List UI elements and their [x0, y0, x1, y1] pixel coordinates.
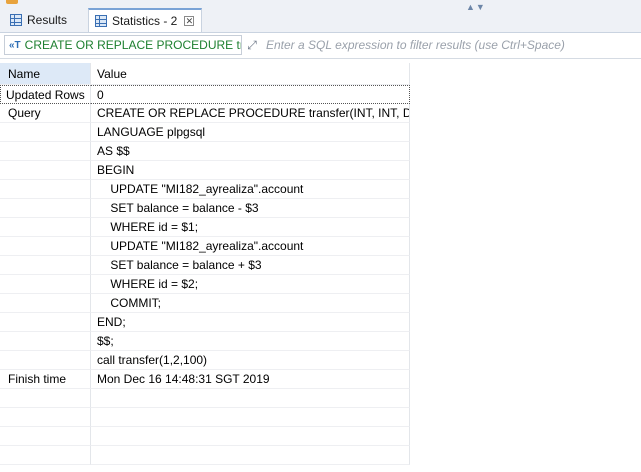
statistics-grid: Name Value Updated Rows 0 Query CREATE OR R…: [0, 63, 410, 465]
table-row[interactable]: [0, 446, 410, 465]
cell-name[interactable]: [0, 294, 91, 313]
column-header-value[interactable]: Value: [91, 63, 410, 85]
cell-name[interactable]: [0, 123, 91, 142]
cell-name[interactable]: [0, 313, 91, 332]
table-row[interactable]: [0, 427, 410, 446]
table-row[interactable]: [0, 389, 410, 408]
table-row[interactable]: call transfer(1,2,100): [0, 351, 410, 370]
table-row[interactable]: [0, 408, 410, 427]
cell-value[interactable]: CREATE OR REPLACE PROCEDURE transfer(INT…: [91, 104, 410, 123]
table-row[interactable]: SET balance = balance + $3: [0, 256, 410, 275]
tab-statistics-label: Statistics - 2: [112, 14, 178, 28]
cell-value[interactable]: [91, 446, 410, 465]
cell-value[interactable]: AS $$: [91, 142, 410, 161]
cell-value[interactable]: BEGIN: [91, 161, 410, 180]
query-history-combo[interactable]: «T CREATE OR REPLACE PROCEDURE trans: [4, 35, 242, 55]
cell-name[interactable]: [0, 161, 91, 180]
cell-value[interactable]: SET balance = balance - $3: [91, 199, 410, 218]
cell-name[interactable]: Finish time: [0, 370, 91, 389]
app-corner-icon: [6, 0, 18, 4]
cell-name[interactable]: [0, 275, 91, 294]
table-row[interactable]: LANGUAGE plpgsql: [0, 123, 410, 142]
table-row[interactable]: WHERE id = $2;: [0, 275, 410, 294]
table-row[interactable]: UPDATE "MI182_ayrealiza".account: [0, 180, 410, 199]
cell-value[interactable]: END;: [91, 313, 410, 332]
cell-name[interactable]: [0, 408, 91, 427]
cell-name[interactable]: [0, 446, 91, 465]
cell-value[interactable]: COMMIT;: [91, 294, 410, 313]
table-row[interactable]: SET balance = balance - $3: [0, 199, 410, 218]
cell-value[interactable]: [91, 389, 410, 408]
table-row[interactable]: WHERE id = $1;: [0, 218, 410, 237]
query-label: CREATE OR REPLACE PROCEDURE trans: [24, 38, 242, 52]
grid-icon: [95, 15, 107, 27]
cell-value[interactable]: WHERE id = $1;: [91, 218, 410, 237]
cell-name[interactable]: [0, 218, 91, 237]
close-icon[interactable]: ✕: [184, 16, 195, 26]
cell-value[interactable]: [91, 427, 410, 446]
tab-statistics[interactable]: Statistics - 2 ✕: [88, 8, 202, 32]
cell-name[interactable]: Query: [0, 104, 91, 123]
cell-value[interactable]: UPDATE "MI182_ayrealiza".account: [91, 237, 410, 256]
collapse-arrows-icon[interactable]: ▲▼: [466, 2, 486, 12]
table-row[interactable]: UPDATE "MI182_ayrealiza".account: [0, 237, 410, 256]
table-row[interactable]: END;: [0, 313, 410, 332]
table-row[interactable]: BEGIN: [0, 161, 410, 180]
table-row[interactable]: AS $$: [0, 142, 410, 161]
cell-value[interactable]: [91, 408, 410, 427]
cell-name[interactable]: [0, 256, 91, 275]
cell-value[interactable]: $$;: [91, 332, 410, 351]
filter-input[interactable]: [266, 35, 636, 55]
cell-name[interactable]: [0, 180, 91, 199]
table-row[interactable]: Query CREATE OR REPLACE PROCEDURE transfe…: [0, 104, 410, 123]
table-row[interactable]: Updated Rows 0: [0, 85, 410, 104]
cell-name[interactable]: [0, 351, 91, 370]
table-row[interactable]: Finish time Mon Dec 16 14:48:31 SGT 2019: [0, 370, 410, 389]
cell-value[interactable]: LANGUAGE plpgsql: [91, 123, 410, 142]
editor-tab-strip: Results Statistics - 2 ✕ ▲▼: [0, 0, 641, 33]
cell-value[interactable]: UPDATE "MI182_ayrealiza".account: [91, 180, 410, 199]
cell-name[interactable]: [0, 199, 91, 218]
table-row[interactable]: $$;: [0, 332, 410, 351]
cell-value[interactable]: SET balance = balance + $3: [91, 256, 410, 275]
cell-value[interactable]: Mon Dec 16 14:48:31 SGT 2019: [91, 370, 410, 389]
tab-results[interactable]: Results: [4, 8, 86, 32]
cell-name[interactable]: [0, 237, 91, 256]
sql-query-icon: «T: [9, 39, 21, 51]
cell-name[interactable]: [0, 389, 91, 408]
expand-icon[interactable]: ⤢: [245, 38, 259, 52]
cell-name[interactable]: [0, 332, 91, 351]
cell-name[interactable]: Updated Rows: [0, 85, 91, 104]
cell-value[interactable]: WHERE id = $2;: [91, 275, 410, 294]
cell-value[interactable]: 0: [91, 85, 410, 104]
table-row[interactable]: COMMIT;: [0, 294, 410, 313]
cell-name[interactable]: [0, 427, 91, 446]
tab-results-label: Results: [27, 13, 68, 27]
grid-header-row: Name Value: [0, 63, 410, 85]
cell-name[interactable]: [0, 142, 91, 161]
cell-value[interactable]: call transfer(1,2,100): [91, 351, 410, 370]
grid-icon: [10, 14, 22, 26]
column-header-name[interactable]: Name: [0, 63, 91, 85]
filter-bar: «T CREATE OR REPLACE PROCEDURE trans ⤢: [0, 33, 641, 59]
